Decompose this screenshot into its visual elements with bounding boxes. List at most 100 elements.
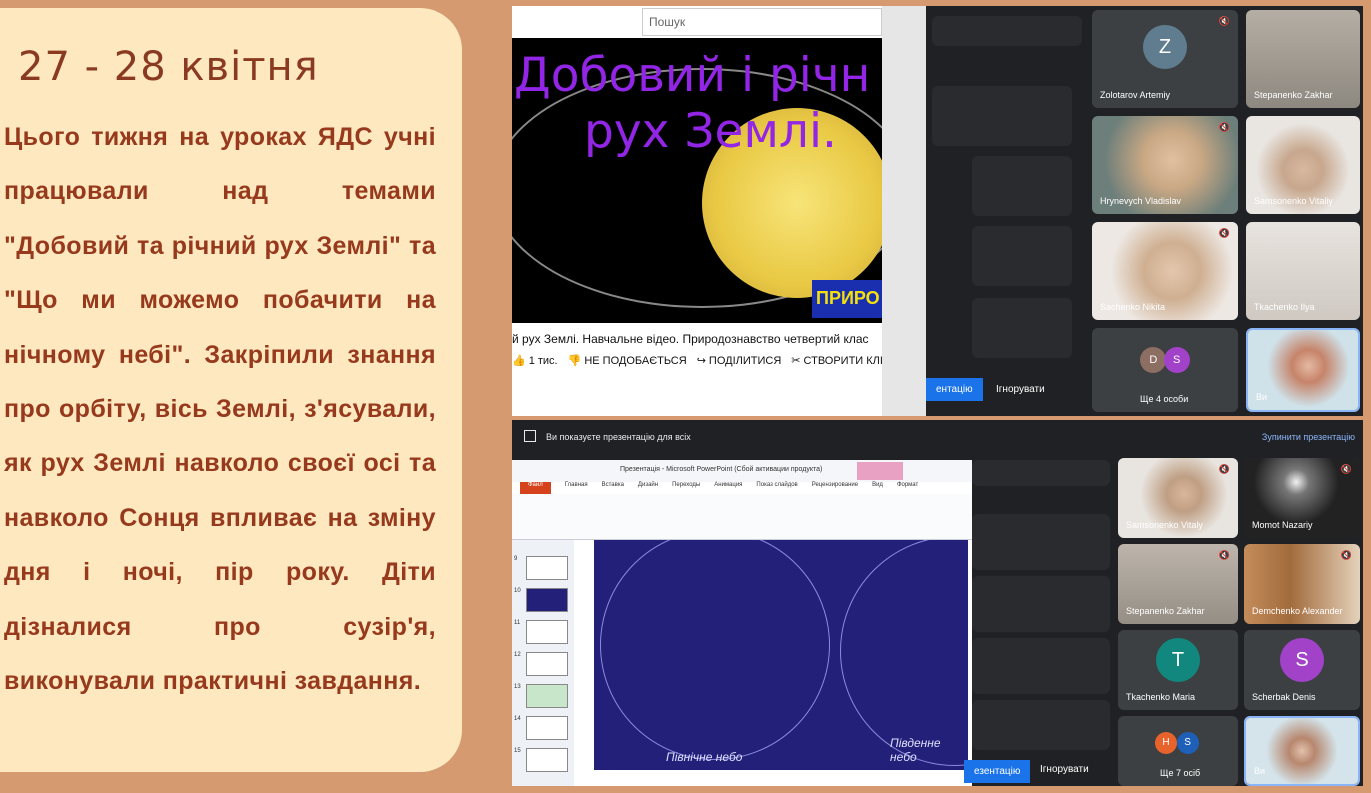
participant-name: Ще 7 осіб	[1160, 768, 1201, 778]
background-tile	[972, 298, 1072, 358]
ignore-button[interactable]: Ігнорувати	[1040, 764, 1089, 775]
participant-name: Demchenko Alexander	[1252, 606, 1343, 616]
participant-name: Ви	[1254, 766, 1266, 776]
participant-tile[interactable]: 🔇 Stepanenko Zakhar	[1118, 544, 1238, 624]
thumb-number: 12	[514, 652, 521, 658]
slide-thumbnail[interactable]	[526, 652, 568, 676]
mic-off-icon: 🔇	[1218, 122, 1230, 132]
thumbs-down-icon: 👎	[567, 355, 582, 367]
participant-name: Samsonenko Vitaliy	[1254, 196, 1333, 206]
participant-name: Hrynevych Vladislav	[1100, 196, 1182, 206]
participant-tile[interactable]: 🔇 Demchenko Alexander	[1244, 544, 1360, 624]
participant-tile[interactable]: 🔇 Samsonenko Vitaly	[1118, 458, 1238, 538]
video-title-line2: рух Землі.	[584, 104, 837, 159]
avatar: S	[1163, 346, 1190, 373]
present-button[interactable]: езентацію	[964, 760, 1031, 783]
tab-file[interactable]: Файл	[520, 482, 551, 494]
background-tile	[972, 156, 1072, 216]
south-sky-label: Південне небо	[890, 736, 941, 764]
youtube-search-input[interactable]: Пошук	[642, 8, 882, 36]
video-actions: 👍 1 тис. 👎 НЕ ПОДОБАЄТЬСЯ ↪ ПОДІЛИТИСЯ ✂ СТВ…	[512, 354, 883, 368]
slide-thumbnail[interactable]	[526, 556, 568, 580]
avatar: D	[1140, 346, 1167, 373]
present-icon	[524, 430, 536, 442]
background-tile	[972, 86, 1072, 146]
participant-name: Sachenko Nikita	[1100, 302, 1166, 312]
background-tile	[972, 700, 1110, 750]
mic-off-icon: 🔇	[1340, 550, 1352, 560]
participant-tile[interactable]: D S Ще 4 особи	[1092, 328, 1238, 412]
participant-tile[interactable]: 🔇 Sachenko Nikita	[1092, 222, 1238, 320]
tab-transitions[interactable]: Переходы	[672, 482, 700, 494]
present-button[interactable]: ентацію	[926, 378, 983, 401]
youtube-video-player[interactable]: Добовий і річн рух Землі. ПРИРО	[512, 38, 882, 323]
slide-thumbnail[interactable]	[526, 684, 568, 708]
thumb-number: 15	[514, 748, 521, 754]
mic-off-icon: 🔇	[1218, 16, 1230, 26]
ppt-ribbon-tabs: Файл Главная Вставка Дизайн Переходы Ани…	[512, 482, 972, 494]
avatar: T	[1156, 638, 1200, 683]
tab-view[interactable]: Вид	[872, 482, 883, 494]
participant-name: Stepanenko Zakhar	[1126, 606, 1205, 616]
presenting-text: Ви показуєте презентацію для всіх	[546, 432, 691, 442]
participant-tile[interactable]: S Scherbak Denis	[1244, 630, 1360, 710]
tab-animation[interactable]: Анимация	[714, 482, 742, 494]
like-button[interactable]: 👍 1 тис.	[512, 354, 558, 368]
participant-tile[interactable]: 🔇 Momot Nazariy	[1244, 458, 1360, 538]
video-badge: ПРИРО	[812, 280, 882, 318]
thumb-number: 14	[514, 716, 521, 722]
participant-tile[interactable]: Tkachenko Ilya	[1246, 222, 1360, 320]
participant-name: Tkachenko Maria	[1126, 692, 1196, 702]
slide-thumbnail[interactable]	[526, 620, 568, 644]
clip-button[interactable]: ✂ СТВОРИТИ КЛІ	[791, 354, 883, 368]
participant-name: Samsonenko Vitaly	[1126, 520, 1203, 530]
star-map-slide: Північне небо Південне небо	[594, 540, 968, 770]
northern-sky-map	[600, 540, 830, 760]
background-tile	[972, 226, 1072, 286]
tab-slideshow[interactable]: Показ слайдов	[756, 482, 797, 494]
tab-insert[interactable]: Вставка	[602, 482, 624, 494]
date-title: 27 - 28 квітня	[18, 44, 319, 90]
participant-tile[interactable]: Stepanenko Zakhar	[1246, 10, 1360, 108]
share-button[interactable]: ↪ ПОДІЛИТИСЯ	[696, 354, 782, 368]
presenting-bar: Ви показуєте презентацію для всіх Зупини…	[512, 420, 1363, 454]
thumb-number: 10	[514, 588, 521, 594]
video-title-line1: Добовий і річн	[514, 48, 871, 103]
ppt-title-bar: Презентація - Microsoft PowerPoint (Сбой…	[512, 460, 972, 482]
mic-off-icon: 🔇	[1218, 228, 1230, 238]
participant-name: Zolotarov Artemiy	[1100, 90, 1171, 100]
mic-off-icon: 🔇	[1218, 550, 1230, 560]
tab-format[interactable]: Формат	[897, 482, 918, 494]
tab-home[interactable]: Главная	[565, 482, 588, 494]
slide-thumbnail[interactable]	[526, 588, 568, 612]
participant-tile[interactable]: Samsonenko Vitaliy	[1246, 116, 1360, 214]
youtube-window: Пошук Добовий і річн рух Землі. ПРИРО й …	[512, 6, 883, 416]
avatar: Z	[1143, 25, 1187, 70]
side-panel	[882, 6, 926, 416]
slide-thumbnails: 9 10 11 12 13 14 15	[512, 540, 574, 786]
mic-off-icon: 🔇	[1340, 464, 1352, 474]
text-card: 27 - 28 квітня Цього тижня на уроках ЯДС…	[0, 8, 462, 772]
participant-name: Scherbak Denis	[1252, 692, 1316, 702]
dislike-button[interactable]: 👎 НЕ ПОДОБАЄТЬСЯ	[567, 354, 687, 368]
avatar: S	[1176, 731, 1199, 754]
stop-presenting-button[interactable]: Зупинити презентацію	[1262, 432, 1355, 442]
participant-tile[interactable]: H S Ще 7 осіб	[1118, 716, 1238, 786]
participant-tile-self[interactable]: Ви	[1246, 328, 1360, 412]
mic-off-icon: 🔇	[1218, 464, 1230, 474]
participant-name: Ще 4 особи	[1140, 394, 1189, 404]
participant-tile-self[interactable]: Ви	[1244, 716, 1360, 786]
tab-review[interactable]: Рецензирование	[812, 482, 858, 494]
slide-thumbnail[interactable]	[526, 716, 568, 740]
participant-tile[interactable]: Z 🔇 Zolotarov Artemiy	[1092, 10, 1238, 108]
participant-tile[interactable]: 🔇 Hrynevych Vladislav	[1092, 116, 1238, 214]
participant-tile[interactable]: T Tkachenko Maria	[1118, 630, 1238, 710]
tab-design[interactable]: Дизайн	[638, 482, 658, 494]
slide-thumbnail[interactable]	[526, 748, 568, 772]
ignore-button[interactable]: Ігнорувати	[996, 384, 1045, 395]
thumb-number: 13	[514, 684, 521, 690]
thumb-number: 11	[514, 620, 521, 626]
share-icon: ↪	[696, 355, 706, 367]
powerpoint-window: Презентація - Microsoft PowerPoint (Сбой…	[512, 460, 972, 786]
video-title-overlay: Добовий і річн рух Землі.	[512, 48, 882, 160]
